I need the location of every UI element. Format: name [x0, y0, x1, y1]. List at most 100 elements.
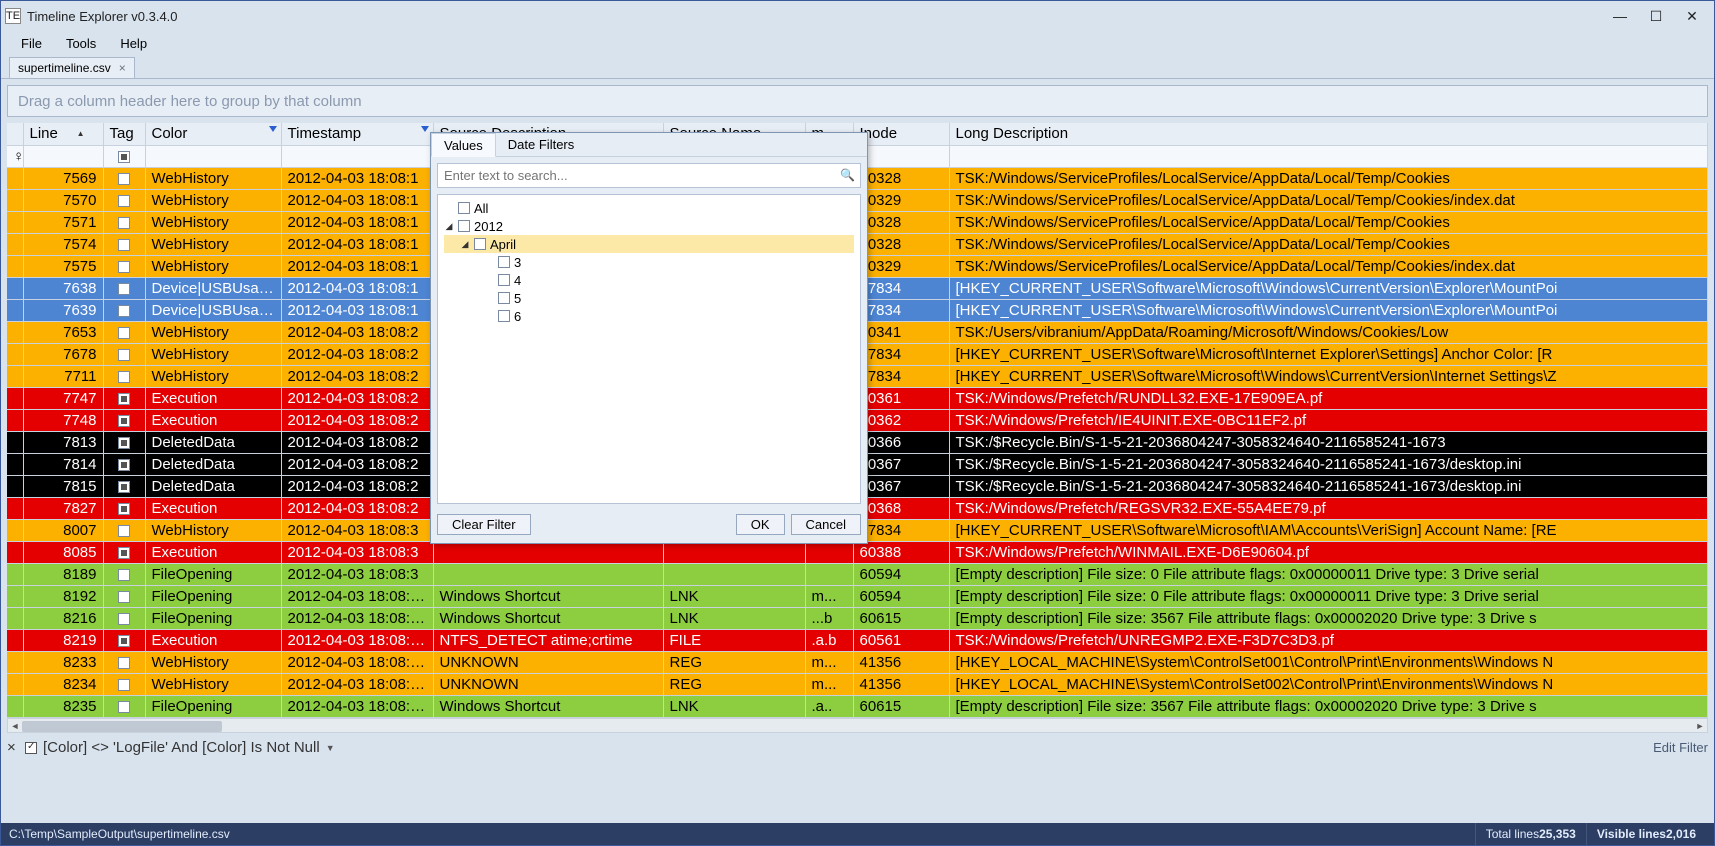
cell-tag[interactable]: [103, 541, 145, 563]
table-row[interactable]: 8216FileOpening2012-04-03 18:08:39Window…: [7, 607, 1708, 629]
row-handle[interactable]: [7, 299, 23, 321]
node-day-3[interactable]: 3: [444, 253, 854, 271]
menu-help[interactable]: Help: [110, 34, 157, 53]
search-icon[interactable]: 🔍: [840, 168, 855, 182]
filter-tag[interactable]: [103, 145, 145, 167]
cell-tag[interactable]: [103, 255, 145, 277]
tab-close-icon[interactable]: ×: [119, 61, 126, 75]
scroll-left-icon[interactable]: ◄: [8, 719, 22, 734]
col-color[interactable]: Color: [145, 123, 281, 145]
row-handle[interactable]: [7, 431, 23, 453]
row-handle[interactable]: [7, 519, 23, 541]
row-handle[interactable]: [7, 189, 23, 211]
filter-indicator[interactable]: ♀: [7, 145, 23, 167]
table-row[interactable]: 8233WebHistory2012-04-03 18:08:39UNKNOWN…: [7, 651, 1708, 673]
row-handle[interactable]: [7, 365, 23, 387]
cell-tag[interactable]: [103, 343, 145, 365]
row-handle[interactable]: [7, 541, 23, 563]
filter-line[interactable]: [23, 145, 103, 167]
table-row[interactable]: 8085Execution2012-04-03 18:08:360388TSK:…: [7, 541, 1708, 563]
tab-supertimeline[interactable]: supertimeline.csv ×: [9, 57, 135, 78]
scroll-right-icon[interactable]: ►: [1693, 719, 1707, 734]
popup-tab-date-filters[interactable]: Date Filters: [496, 133, 586, 156]
col-line[interactable]: Line▲: [23, 123, 103, 145]
popup-tree[interactable]: All ◢2012 ◢April 3 4 5 6: [437, 194, 861, 504]
filter-history-dropdown-icon[interactable]: ▼: [326, 743, 335, 753]
filter-color[interactable]: [145, 145, 281, 167]
filter-timestamp[interactable]: [281, 145, 433, 167]
menu-tools[interactable]: Tools: [56, 34, 106, 53]
table-row[interactable]: 8235FileOpening2012-04-03 18:08:39Window…: [7, 695, 1708, 717]
node-all[interactable]: All: [444, 199, 854, 217]
row-handle[interactable]: [7, 255, 23, 277]
row-handle[interactable]: [7, 651, 23, 673]
cell-tag[interactable]: [103, 519, 145, 541]
popup-tab-values[interactable]: Values: [431, 133, 496, 157]
row-handle[interactable]: [7, 409, 23, 431]
cell-tag[interactable]: [103, 277, 145, 299]
cell-tag[interactable]: [103, 673, 145, 695]
cell-tag[interactable]: [103, 387, 145, 409]
cell-tag[interactable]: [103, 497, 145, 519]
table-row[interactable]: 8234WebHistory2012-04-03 18:08:39UNKNOWN…: [7, 673, 1708, 695]
row-handle[interactable]: [7, 211, 23, 233]
row-handle[interactable]: [7, 585, 23, 607]
collapse-icon[interactable]: ◢: [444, 221, 454, 232]
cell-tag[interactable]: [103, 299, 145, 321]
table-row[interactable]: 8192FileOpening2012-04-03 18:08:39Window…: [7, 585, 1708, 607]
cell-tag[interactable]: [103, 629, 145, 651]
minimize-button[interactable]: —: [1602, 4, 1638, 28]
row-handle[interactable]: [7, 475, 23, 497]
menu-file[interactable]: File: [11, 34, 52, 53]
scroll-thumb[interactable]: [22, 721, 222, 732]
col-tag[interactable]: Tag: [103, 123, 145, 145]
cell-tag[interactable]: [103, 431, 145, 453]
popup-search-input[interactable]: [437, 163, 861, 188]
node-day-4[interactable]: 4: [444, 271, 854, 289]
ok-button[interactable]: OK: [736, 514, 785, 535]
cell-tag[interactable]: [103, 233, 145, 255]
row-handle[interactable]: [7, 673, 23, 695]
row-handle[interactable]: [7, 167, 23, 189]
filter-active-icon[interactable]: [269, 126, 277, 132]
cell-tag[interactable]: [103, 189, 145, 211]
row-handle[interactable]: [7, 233, 23, 255]
col-timestamp[interactable]: Timestamp: [281, 123, 433, 145]
row-handle[interactable]: [7, 343, 23, 365]
node-2012[interactable]: ◢2012: [444, 217, 854, 235]
cell-tag[interactable]: [103, 607, 145, 629]
filter-long-desc[interactable]: [949, 145, 1708, 167]
cell-tag[interactable]: [103, 167, 145, 189]
row-handle[interactable]: [7, 607, 23, 629]
filter-enabled-checkbox[interactable]: [25, 742, 37, 754]
cell-tag[interactable]: [103, 409, 145, 431]
cell-tag[interactable]: [103, 453, 145, 475]
collapse-icon[interactable]: ◢: [460, 239, 470, 250]
cell-tag[interactable]: [103, 321, 145, 343]
row-handle[interactable]: [7, 629, 23, 651]
clear-filter-button[interactable]: Clear Filter: [437, 514, 531, 535]
row-handle[interactable]: [7, 387, 23, 409]
cell-tag[interactable]: [103, 211, 145, 233]
group-by-box[interactable]: Drag a column header here to group by th…: [7, 85, 1708, 117]
close-button[interactable]: ✕: [1674, 4, 1710, 28]
row-handle[interactable]: [7, 321, 23, 343]
node-april[interactable]: ◢April: [444, 235, 854, 253]
horizontal-scrollbar[interactable]: ◄ ►: [7, 718, 1708, 733]
cell-tag[interactable]: [103, 475, 145, 497]
filter-active-icon[interactable]: [421, 126, 429, 132]
row-handle[interactable]: [7, 277, 23, 299]
clear-filter-icon[interactable]: ×: [7, 739, 19, 756]
cell-tag[interactable]: [103, 563, 145, 585]
cell-tag[interactable]: [103, 585, 145, 607]
edit-filter-link[interactable]: Edit Filter: [1653, 740, 1708, 755]
row-handle[interactable]: [7, 695, 23, 717]
cell-tag[interactable]: [103, 695, 145, 717]
col-long-desc[interactable]: Long Description: [949, 123, 1708, 145]
row-handle[interactable]: [7, 563, 23, 585]
node-day-6[interactable]: 6: [444, 307, 854, 325]
row-selector-header[interactable]: [7, 123, 23, 145]
row-handle[interactable]: [7, 453, 23, 475]
row-handle[interactable]: [7, 497, 23, 519]
cell-tag[interactable]: [103, 651, 145, 673]
